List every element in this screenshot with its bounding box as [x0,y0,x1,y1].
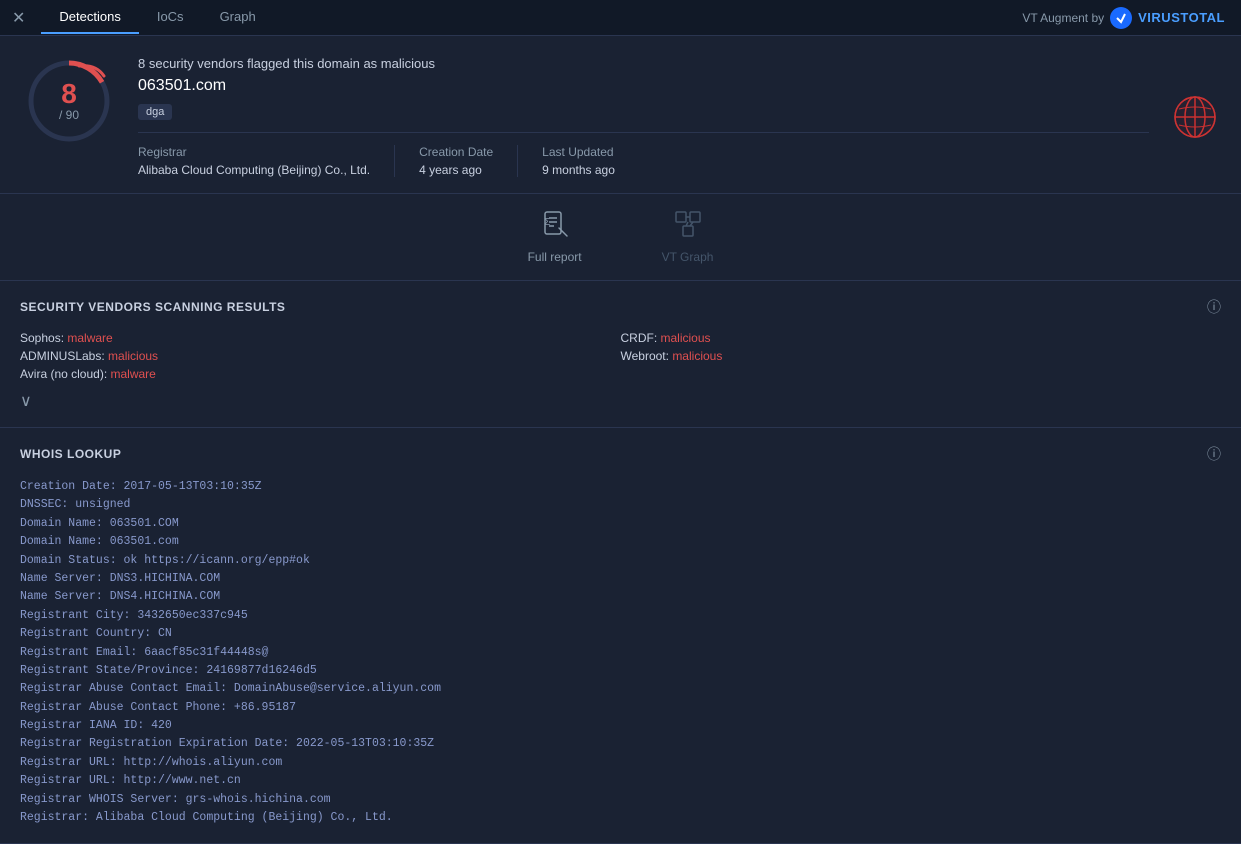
registrar-label: Registrar [138,145,370,159]
creation-date-value: 4 years ago [419,163,493,177]
expand-button[interactable]: ∨ [20,391,1221,411]
tab-graph[interactable]: Graph [202,1,274,34]
vendors-grid: Sophos: malware CRDF: malicious ADMINUSL… [20,331,1221,381]
registrar-value: Alibaba Cloud Computing (Beijing) Co., L… [138,163,370,177]
creation-date-label: Creation Date [419,145,493,159]
augment-prefix: VT Augment by [1022,11,1104,25]
nav-tabs: Detections IoCs Graph [41,1,273,34]
svg-text:Σ: Σ [544,217,550,228]
full-report-label: Full report [528,250,582,264]
header-desc: 8 security vendors flagged this domain a… [138,56,1149,71]
dga-tag: dga [138,104,172,120]
header-info: 8 security vendors flagged this domain a… [138,56,1149,177]
creation-date-meta: Creation Date 4 years ago [419,145,518,177]
vendor-adminuslabs: ADMINUSLabs: malicious [20,349,621,363]
close-button[interactable]: ✕ [12,8,25,28]
vendor-webroot-result: malicious [672,349,722,363]
vendor-crdf: CRDF: malicious [621,331,1222,345]
vendor-adminuslabs-name: ADMINUSLabs: [20,349,108,363]
header-section: 8 / 90 8 security vendors flagged this d… [0,36,1241,194]
vendor-sophos: Sophos: malware [20,331,621,345]
vendor-webroot: Webroot: malicious [621,349,1222,363]
whois-section: WHOIS LOOKUP ⓘ Creation Date: 2017-05-13… [0,428,1241,844]
meta-row: Registrar Alibaba Cloud Computing (Beiji… [138,132,1149,177]
vendor-crdf-result: malicious [661,331,711,345]
score-circle: 8 / 90 [24,56,114,146]
vendor-avira: Avira (no cloud): malware [20,367,621,381]
whois-section-title: WHOIS LOOKUP [20,447,121,461]
whois-info-icon[interactable]: ⓘ [1207,444,1221,464]
vendor-adminuslabs-result: malicious [108,349,158,363]
vt-icon [1110,7,1132,29]
whois-section-header: WHOIS LOOKUP ⓘ [20,444,1221,464]
vt-graph-action[interactable]: VT Graph [662,210,714,264]
vendor-avira-name: Avira (no cloud): [20,367,111,381]
last-updated-label: Last Updated [542,145,615,159]
vendor-crdf-name: CRDF: [621,331,661,345]
vt-graph-icon [674,210,702,244]
domain-name: 063501.com [138,77,1149,95]
security-section: SECURITY VENDORS SCANNING RESULTS ⓘ Soph… [0,281,1241,428]
top-nav: ✕ Detections IoCs Graph VT Augment by VI… [0,0,1241,36]
vendor-webroot-name: Webroot: [621,349,673,363]
vt-label: VIRUSTOTAL [1138,10,1225,25]
globe-icon [1173,95,1217,139]
full-report-icon: Σ [541,210,569,244]
tab-detections[interactable]: Detections [41,1,138,34]
security-section-header: SECURITY VENDORS SCANNING RESULTS ⓘ [20,297,1221,317]
security-section-title: SECURITY VENDORS SCANNING RESULTS [20,300,285,314]
vendor-sophos-result: malware [67,331,112,345]
last-updated-meta: Last Updated 9 months ago [542,145,639,177]
registrar-meta: Registrar Alibaba Cloud Computing (Beiji… [138,145,395,177]
score-denom: / 90 [59,108,79,122]
full-report-action[interactable]: Σ Full report [528,210,582,264]
score-number: 8 [59,80,79,108]
security-info-icon[interactable]: ⓘ [1207,297,1221,317]
vendor-sophos-name: Sophos: [20,331,67,345]
last-updated-value: 9 months ago [542,163,615,177]
whois-content: Creation Date: 2017-05-13T03:10:35Z DNSS… [20,478,1221,827]
vt-graph-label: VT Graph [662,250,714,264]
vendor-avira-result: malware [111,367,156,381]
tab-iocs[interactable]: IoCs [139,1,202,34]
actions-row: Σ Full report VT Graph [0,194,1241,281]
augment-area: VT Augment by VIRUSTOTAL [1022,7,1225,29]
